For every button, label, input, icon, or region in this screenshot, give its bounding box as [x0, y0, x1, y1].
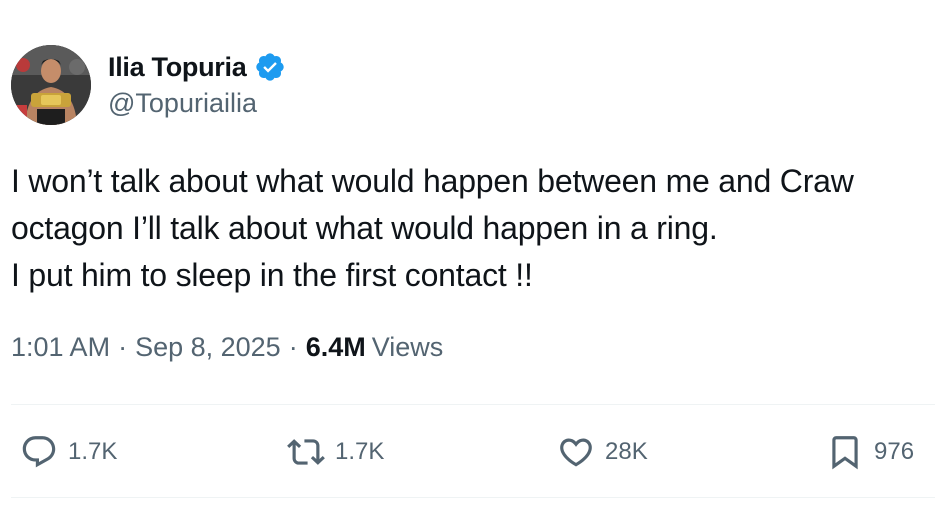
reply-count: 1.7K [68, 438, 118, 465]
tweet-actions: 1.7K 1.7K 28K 976 [0, 426, 935, 478]
reply-icon [22, 436, 56, 468]
divider [11, 497, 935, 498]
heart-icon [560, 438, 592, 467]
tweet-text: I won’t talk about what would happen bet… [11, 158, 935, 299]
tweet-card: Ilia Topuria @Topuriailia I won’t talk a… [0, 0, 935, 526]
avatar-image [11, 45, 91, 125]
like-button[interactable]: 28K [557, 426, 648, 478]
author-handle[interactable]: @Topuriailia [108, 88, 257, 119]
retweet-button[interactable]: 1.7K [287, 426, 384, 478]
verified-badge-icon[interactable] [254, 51, 286, 83]
bookmark-count: 976 [874, 438, 915, 465]
bookmark-button[interactable]: 976 [826, 426, 914, 478]
bookmark-icon [832, 436, 858, 470]
reply-button[interactable]: 1.7K [20, 426, 117, 478]
meta-separator: · [288, 332, 298, 362]
tweet-date[interactable]: Sep 8, 2025 [135, 332, 281, 363]
tweet-text-line: octagon I’ll talk about what would happe… [11, 210, 718, 246]
views-label[interactable]: Views [372, 332, 444, 363]
author-name-row: Ilia Topuria [108, 50, 286, 84]
retweet-count: 1.7K [335, 438, 385, 465]
views-count[interactable]: 6.4M [306, 332, 366, 363]
tweet-text-line: I put him to sleep in the first contact … [11, 257, 533, 293]
avatar[interactable] [11, 45, 91, 125]
tweet-meta: 1:01 AM · Sep 8, 2025 · 6.4M Views [11, 332, 443, 363]
tweet-text-line: I won’t talk about what would happen bet… [11, 163, 854, 199]
meta-separator: · [118, 332, 128, 362]
like-count: 28K [605, 438, 648, 465]
retweet-icon [287, 439, 325, 465]
author-display-name[interactable]: Ilia Topuria [108, 52, 247, 83]
divider [11, 404, 935, 405]
tweet-time[interactable]: 1:01 AM [11, 332, 110, 363]
